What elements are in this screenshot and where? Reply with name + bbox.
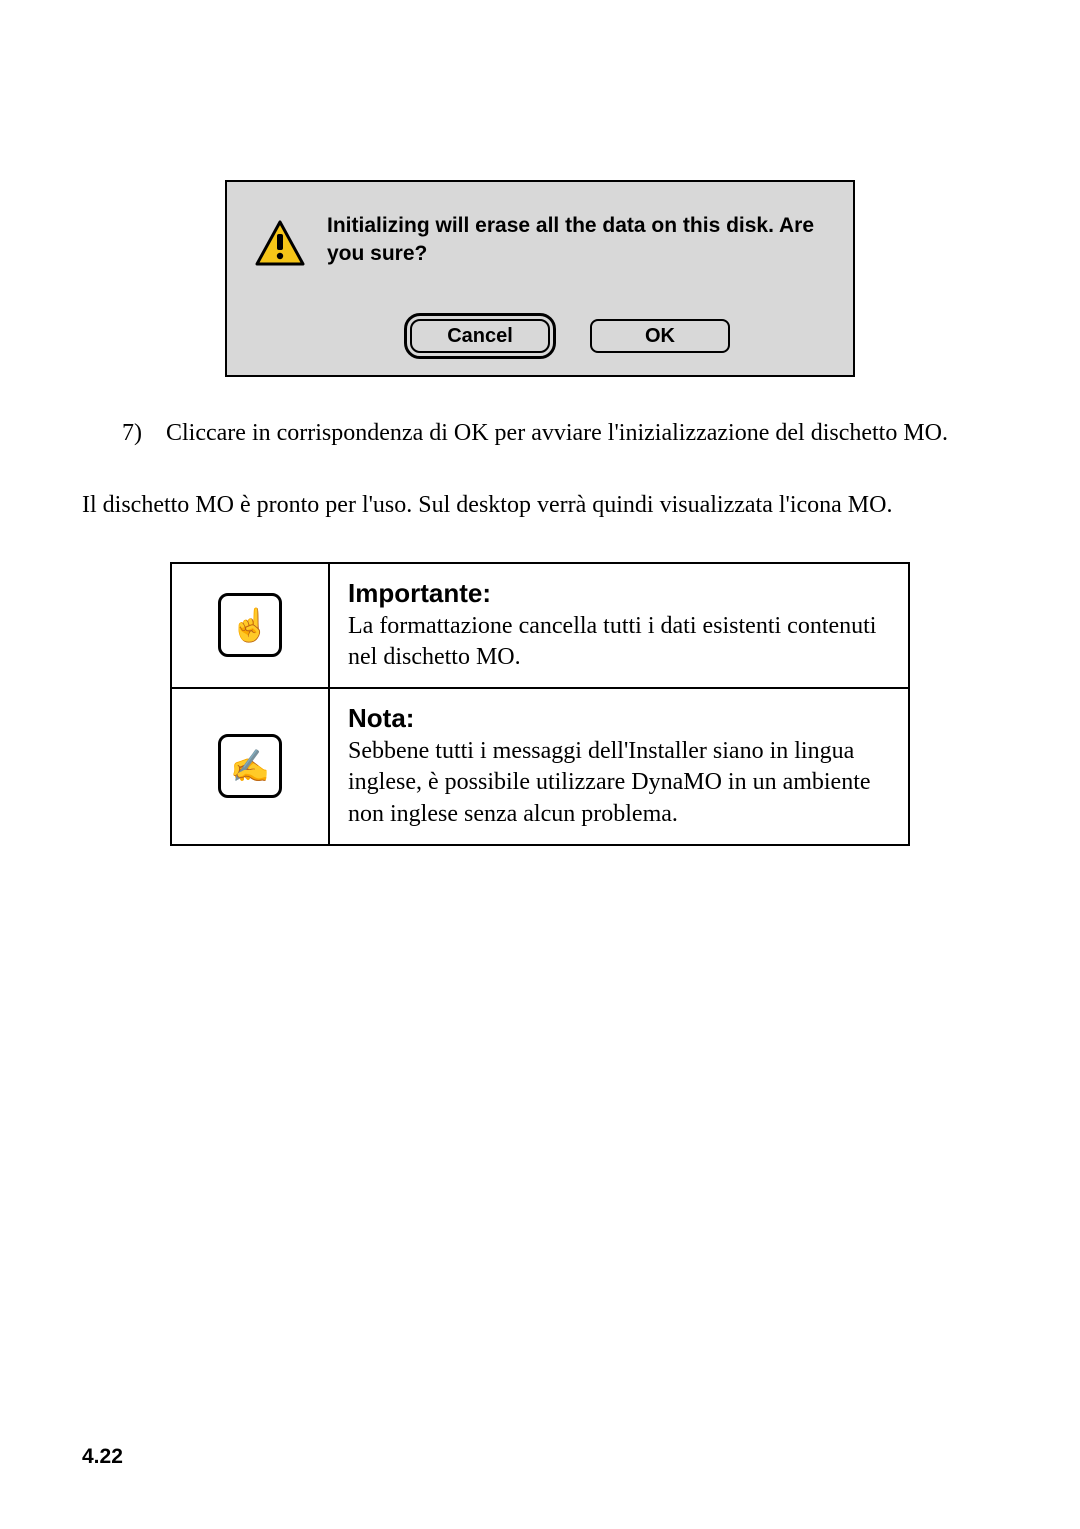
- nota-text: Sebbene tutti i messaggi dell'Installer …: [348, 736, 890, 830]
- importante-heading: Importante:: [348, 578, 890, 609]
- warning-icon: [255, 220, 305, 271]
- writing-hand-icon: ✍: [230, 747, 270, 785]
- nota-heading: Nota:: [348, 703, 890, 734]
- nota-text-cell: Nota: Sebbene tutti i messaggi dell'Inst…: [329, 688, 909, 845]
- step-number: 7): [122, 417, 166, 449]
- confirmation-dialog: Initializing will erase all the data on …: [225, 180, 855, 377]
- importante-icon: ☝: [218, 593, 282, 657]
- instruction-step: 7) Cliccare in corrispondenza di OK per …: [122, 417, 998, 449]
- notice-table: ☝ Importante: La formattazione cancella …: [170, 562, 910, 846]
- nota-icon-cell: ✍: [171, 688, 329, 845]
- dialog-message: Initializing will erase all the data on …: [327, 212, 825, 269]
- nota-icon: ✍: [218, 734, 282, 798]
- ok-button[interactable]: OK: [590, 319, 730, 353]
- dialog-button-row: Cancel OK: [315, 319, 825, 353]
- dialog-content-row: Initializing will erase all the data on …: [255, 212, 825, 271]
- page-number: 4.22: [82, 1445, 123, 1469]
- importante-text-cell: Importante: La formattazione cancella tu…: [329, 563, 909, 688]
- table-row: ☝ Importante: La formattazione cancella …: [171, 563, 909, 688]
- importante-text: La formattazione cancella tutti i dati e…: [348, 611, 890, 673]
- document-page: Initializing will erase all the data on …: [0, 0, 1080, 1529]
- importante-icon-cell: ☝: [171, 563, 329, 688]
- body-paragraph: Il dischetto MO è pronto per l'uso. Sul …: [82, 489, 998, 521]
- cancel-button[interactable]: Cancel: [410, 319, 550, 353]
- step-text: Cliccare in corrispondenza di OK per avv…: [166, 417, 948, 449]
- table-row: ✍ Nota: Sebbene tutti i messaggi dell'In…: [171, 688, 909, 845]
- hand-point-up-icon: ☝: [230, 606, 270, 644]
